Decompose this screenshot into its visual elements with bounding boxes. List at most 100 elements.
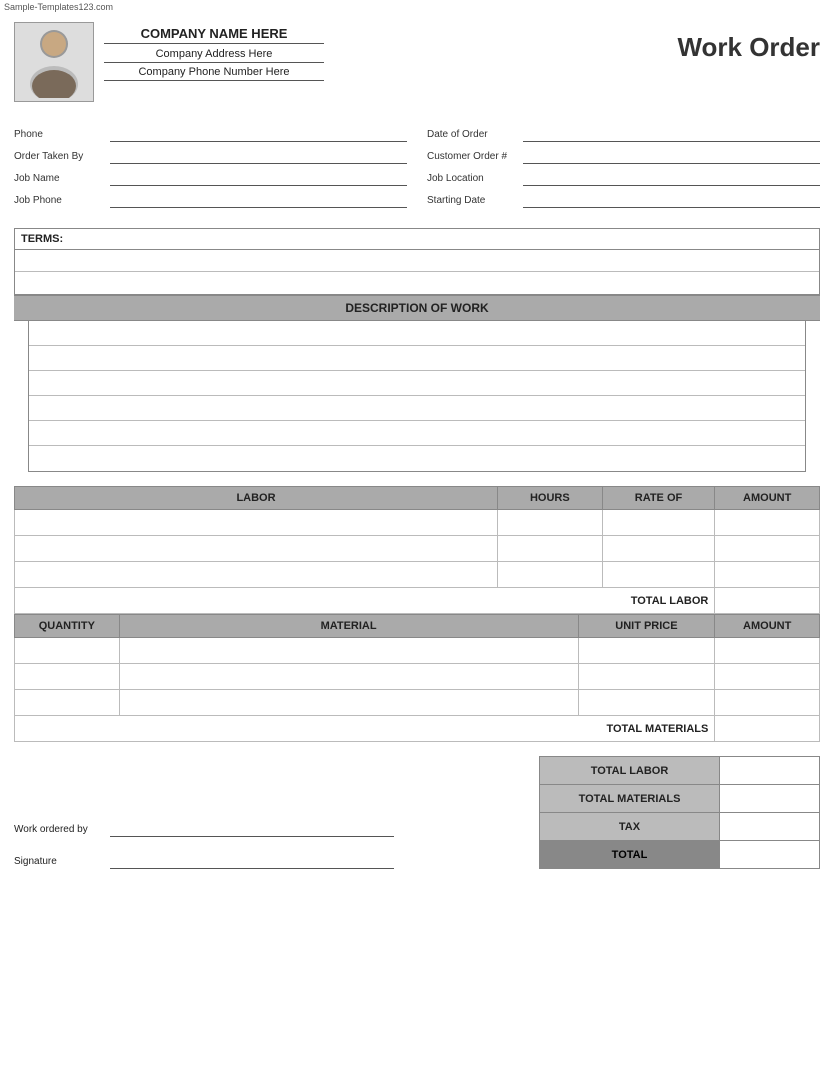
job-name-label: Job Name xyxy=(14,173,104,184)
mat-row-3-mat xyxy=(119,690,578,716)
total-labor-value xyxy=(715,588,820,614)
labor-row-1-desc xyxy=(15,510,498,536)
form-right: Date of Order Customer Order # Job Locat… xyxy=(427,126,820,208)
labor-row-1-hours xyxy=(498,510,603,536)
totals-materials-value xyxy=(720,785,820,813)
date-of-order-label: Date of Order xyxy=(427,129,517,140)
totals-labor-value xyxy=(720,757,820,785)
mat-col-quantity: QUANTITY xyxy=(15,615,120,638)
labor-row-2-hours xyxy=(498,536,603,562)
mat-row-3 xyxy=(15,690,820,716)
totals-total-label: TOTAL xyxy=(540,841,720,869)
starting-date-label: Starting Date xyxy=(427,195,517,206)
totals-row-tax: TAX xyxy=(540,813,820,841)
labor-col-amount: AMOUNT xyxy=(715,487,820,510)
job-location-row: Job Location xyxy=(427,170,820,186)
form-left: Phone Order Taken By Job Name Job Phone xyxy=(14,126,407,208)
totals-row-total: TOTAL xyxy=(540,841,820,869)
mat-row-1-mat xyxy=(119,638,578,664)
company-address: Company Address Here xyxy=(104,48,324,63)
job-location-input[interactable] xyxy=(523,170,820,186)
company-name: COMPANY NAME HERE xyxy=(104,26,324,44)
work-ordered-by-row: Work ordered by xyxy=(14,821,394,837)
phone-row: Phone xyxy=(14,126,407,142)
materials-table: QUANTITY MATERIAL UNIT PRICE AMOUNT xyxy=(14,614,820,742)
summary-section: Work ordered by Signature TOTAL LABOR TO… xyxy=(14,756,820,869)
desc-row-6 xyxy=(29,446,805,471)
description-section: DESCRIPTION OF WORK xyxy=(14,295,820,472)
desc-row-2 xyxy=(29,346,805,371)
customer-order-label: Customer Order # xyxy=(427,151,517,162)
totals-total-value xyxy=(720,841,820,869)
desc-row-4 xyxy=(29,396,805,421)
labor-row-3-rate xyxy=(602,562,715,588)
company-info: COMPANY NAME HERE Company Address Here C… xyxy=(104,22,324,84)
signature-label: Signature xyxy=(14,856,104,867)
watermark: Sample-Templates123.com xyxy=(0,0,834,14)
form-section: Phone Order Taken By Job Name Job Phone … xyxy=(0,106,834,218)
total-materials-value xyxy=(715,716,820,742)
avatar xyxy=(14,22,94,102)
mat-row-3-qty xyxy=(15,690,120,716)
labor-row-3-amount xyxy=(715,562,820,588)
job-phone-input[interactable] xyxy=(110,192,407,208)
total-labor-row: TOTAL LABOR xyxy=(15,588,820,614)
date-of-order-input[interactable] xyxy=(523,126,820,142)
totals-tax-label: TAX xyxy=(540,813,720,841)
page-title: Work Order xyxy=(677,22,820,63)
labor-row-2-desc xyxy=(15,536,498,562)
order-taken-by-row: Order Taken By xyxy=(14,148,407,164)
mat-row-2 xyxy=(15,664,820,690)
job-phone-row: Job Phone xyxy=(14,192,407,208)
mat-col-unit-price: UNIT PRICE xyxy=(578,615,715,638)
total-materials-row: TOTAL MATERIALS xyxy=(15,716,820,742)
phone-input[interactable] xyxy=(110,126,407,142)
mat-row-1-qty xyxy=(15,638,120,664)
labor-row-3-hours xyxy=(498,562,603,588)
description-header: DESCRIPTION OF WORK xyxy=(14,295,820,321)
mat-row-3-unit xyxy=(578,690,715,716)
date-of-order-row: Date of Order xyxy=(427,126,820,142)
labor-col-rate: RATE OF xyxy=(602,487,715,510)
labor-row-3-desc xyxy=(15,562,498,588)
mat-row-1 xyxy=(15,638,820,664)
totals-row-labor: TOTAL LABOR xyxy=(540,757,820,785)
header-left: COMPANY NAME HERE Company Address Here C… xyxy=(14,22,324,102)
order-taken-by-input[interactable] xyxy=(110,148,407,164)
labor-row-1-amount xyxy=(715,510,820,536)
job-location-label: Job Location xyxy=(427,173,517,184)
totals-table: TOTAL LABOR TOTAL MATERIALS TAX TOTAL xyxy=(539,756,820,869)
work-ordered-by-line xyxy=(110,821,394,837)
mat-col-amount: AMOUNT xyxy=(715,615,820,638)
labor-col-labor: LABOR xyxy=(15,487,498,510)
job-name-row: Job Name xyxy=(14,170,407,186)
job-phone-label: Job Phone xyxy=(14,195,104,206)
totals-materials-label: TOTAL MATERIALS xyxy=(540,785,720,813)
mat-col-material: MATERIAL xyxy=(119,615,578,638)
desc-row-1 xyxy=(29,321,805,346)
mat-row-1-amount xyxy=(715,638,820,664)
terms-row-2 xyxy=(15,272,819,294)
total-labor-label: TOTAL LABOR xyxy=(15,588,715,614)
labor-row-1 xyxy=(15,510,820,536)
mat-row-2-unit xyxy=(578,664,715,690)
job-name-input[interactable] xyxy=(110,170,407,186)
starting-date-row: Starting Date xyxy=(427,192,820,208)
labor-col-hours: HOURS xyxy=(498,487,603,510)
signature-area: Work ordered by Signature xyxy=(14,821,394,869)
totals-labor-label: TOTAL LABOR xyxy=(540,757,720,785)
desc-row-3 xyxy=(29,371,805,396)
customer-order-row: Customer Order # xyxy=(427,148,820,164)
starting-date-input[interactable] xyxy=(523,192,820,208)
header: COMPANY NAME HERE Company Address Here C… xyxy=(0,14,834,106)
signature-row: Signature xyxy=(14,853,394,869)
totals-tax-value xyxy=(720,813,820,841)
labor-row-2 xyxy=(15,536,820,562)
labor-row-1-rate xyxy=(602,510,715,536)
customer-order-input[interactable] xyxy=(523,148,820,164)
description-rows xyxy=(28,321,806,472)
labor-row-3 xyxy=(15,562,820,588)
totals-row-materials: TOTAL MATERIALS xyxy=(540,785,820,813)
mat-row-1-unit xyxy=(578,638,715,664)
terms-section: TERMS: xyxy=(14,228,820,295)
